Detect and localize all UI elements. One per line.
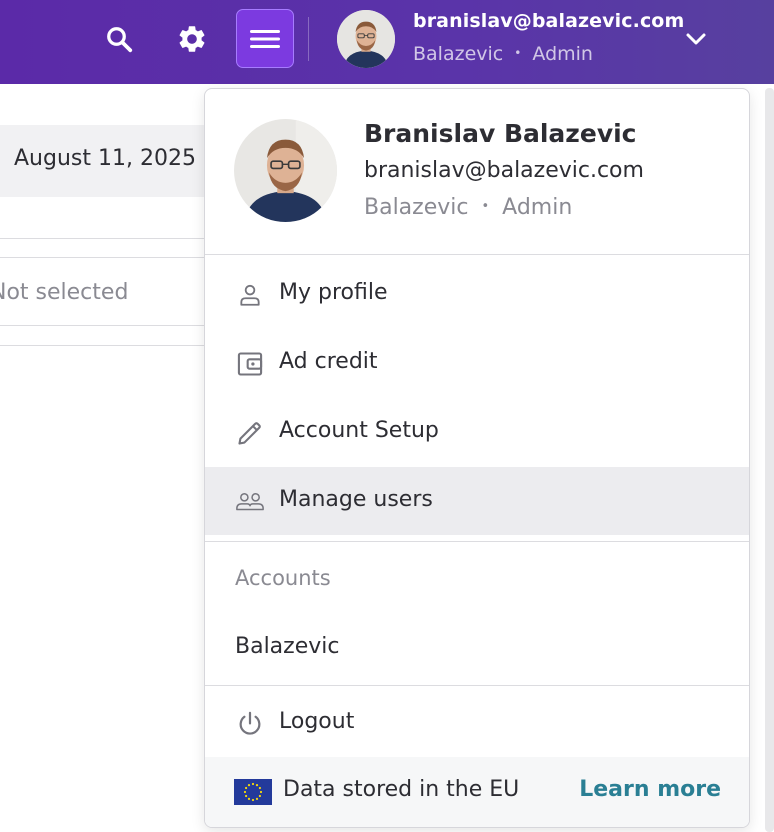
eu-flag-icon: [234, 779, 272, 805]
user-avatar[interactable]: [337, 10, 395, 68]
users-icon: [235, 487, 265, 517]
dropdown-divider: [205, 685, 749, 686]
chevron-down-icon: [686, 33, 706, 45]
data-location-footer: Data stored in the EU Learn more: [205, 757, 749, 827]
menu-item-label: My profile: [279, 280, 388, 305]
profile-avatar: [234, 119, 337, 222]
person-icon: [235, 280, 265, 310]
role-separator: •: [514, 46, 522, 60]
profile-email: branislav@balazevic.com: [364, 158, 644, 183]
menu-item-manage-users[interactable]: Manage users: [205, 467, 749, 535]
menu-item-ad-credit[interactable]: Ad credit: [205, 329, 749, 397]
filter-select-placeholder: Not selected: [0, 280, 129, 305]
menu-item-my-profile[interactable]: My profile: [205, 260, 749, 328]
hamburger-icon: [250, 29, 280, 48]
dropdown-divider: [205, 254, 749, 255]
account-item-balazevic[interactable]: Balazevic: [205, 614, 749, 680]
menu-item-label: Account Setup: [279, 418, 439, 443]
avatar-photo: [337, 10, 395, 68]
date-range-value: August 11, 2025 - S: [14, 146, 232, 171]
role-separator: •: [481, 199, 490, 214]
search-button[interactable]: [99, 19, 139, 59]
user-menu-toggle[interactable]: [682, 25, 710, 53]
divider: [0, 345, 230, 346]
search-icon: [107, 27, 133, 53]
accounts-heading: Accounts: [235, 566, 331, 590]
menu-item-label: Manage users: [279, 487, 433, 512]
learn-more-link[interactable]: Learn more: [579, 777, 721, 802]
page: branislav@balazevic.com Balazevic • Admi…: [0, 0, 774, 832]
menu-item-label: Ad credit: [279, 349, 378, 374]
user-dropdown-menu: Branislav Balazevic branislav@balazevic.…: [204, 88, 750, 828]
dropdown-divider: [205, 541, 749, 542]
profile-role: Balazevic • Admin: [364, 195, 572, 220]
logout-button[interactable]: Logout: [205, 689, 749, 757]
gear-icon: [179, 26, 205, 52]
topbar-user-email[interactable]: branislav@balazevic.com: [413, 10, 684, 32]
topbar-account-name: Balazevic: [413, 43, 504, 65]
main-menu-button[interactable]: [236, 9, 294, 68]
topbar-user-role[interactable]: Balazevic • Admin: [413, 43, 593, 65]
settings-button[interactable]: [172, 19, 212, 59]
profile-account-name: Balazevic: [364, 195, 469, 220]
logout-label: Logout: [279, 709, 355, 734]
topbar-role-label: Admin: [532, 43, 593, 65]
menu-item-account-setup[interactable]: Account Setup: [205, 398, 749, 466]
profile-role-label: Admin: [502, 195, 573, 220]
account-item-label: Balazevic: [235, 634, 340, 659]
wallet-icon: [235, 349, 265, 379]
pencil-icon: [235, 418, 265, 448]
profile-name: Branislav Balazevic: [364, 119, 637, 148]
power-icon: [235, 709, 265, 739]
top-bar: branislav@balazevic.com Balazevic • Admi…: [0, 0, 774, 84]
topbar-divider: [308, 17, 309, 61]
data-location-text: Data stored in the EU: [283, 777, 520, 802]
page-scrollbar[interactable]: [765, 88, 774, 832]
avatar-photo: [234, 119, 337, 222]
divider: [0, 238, 230, 239]
